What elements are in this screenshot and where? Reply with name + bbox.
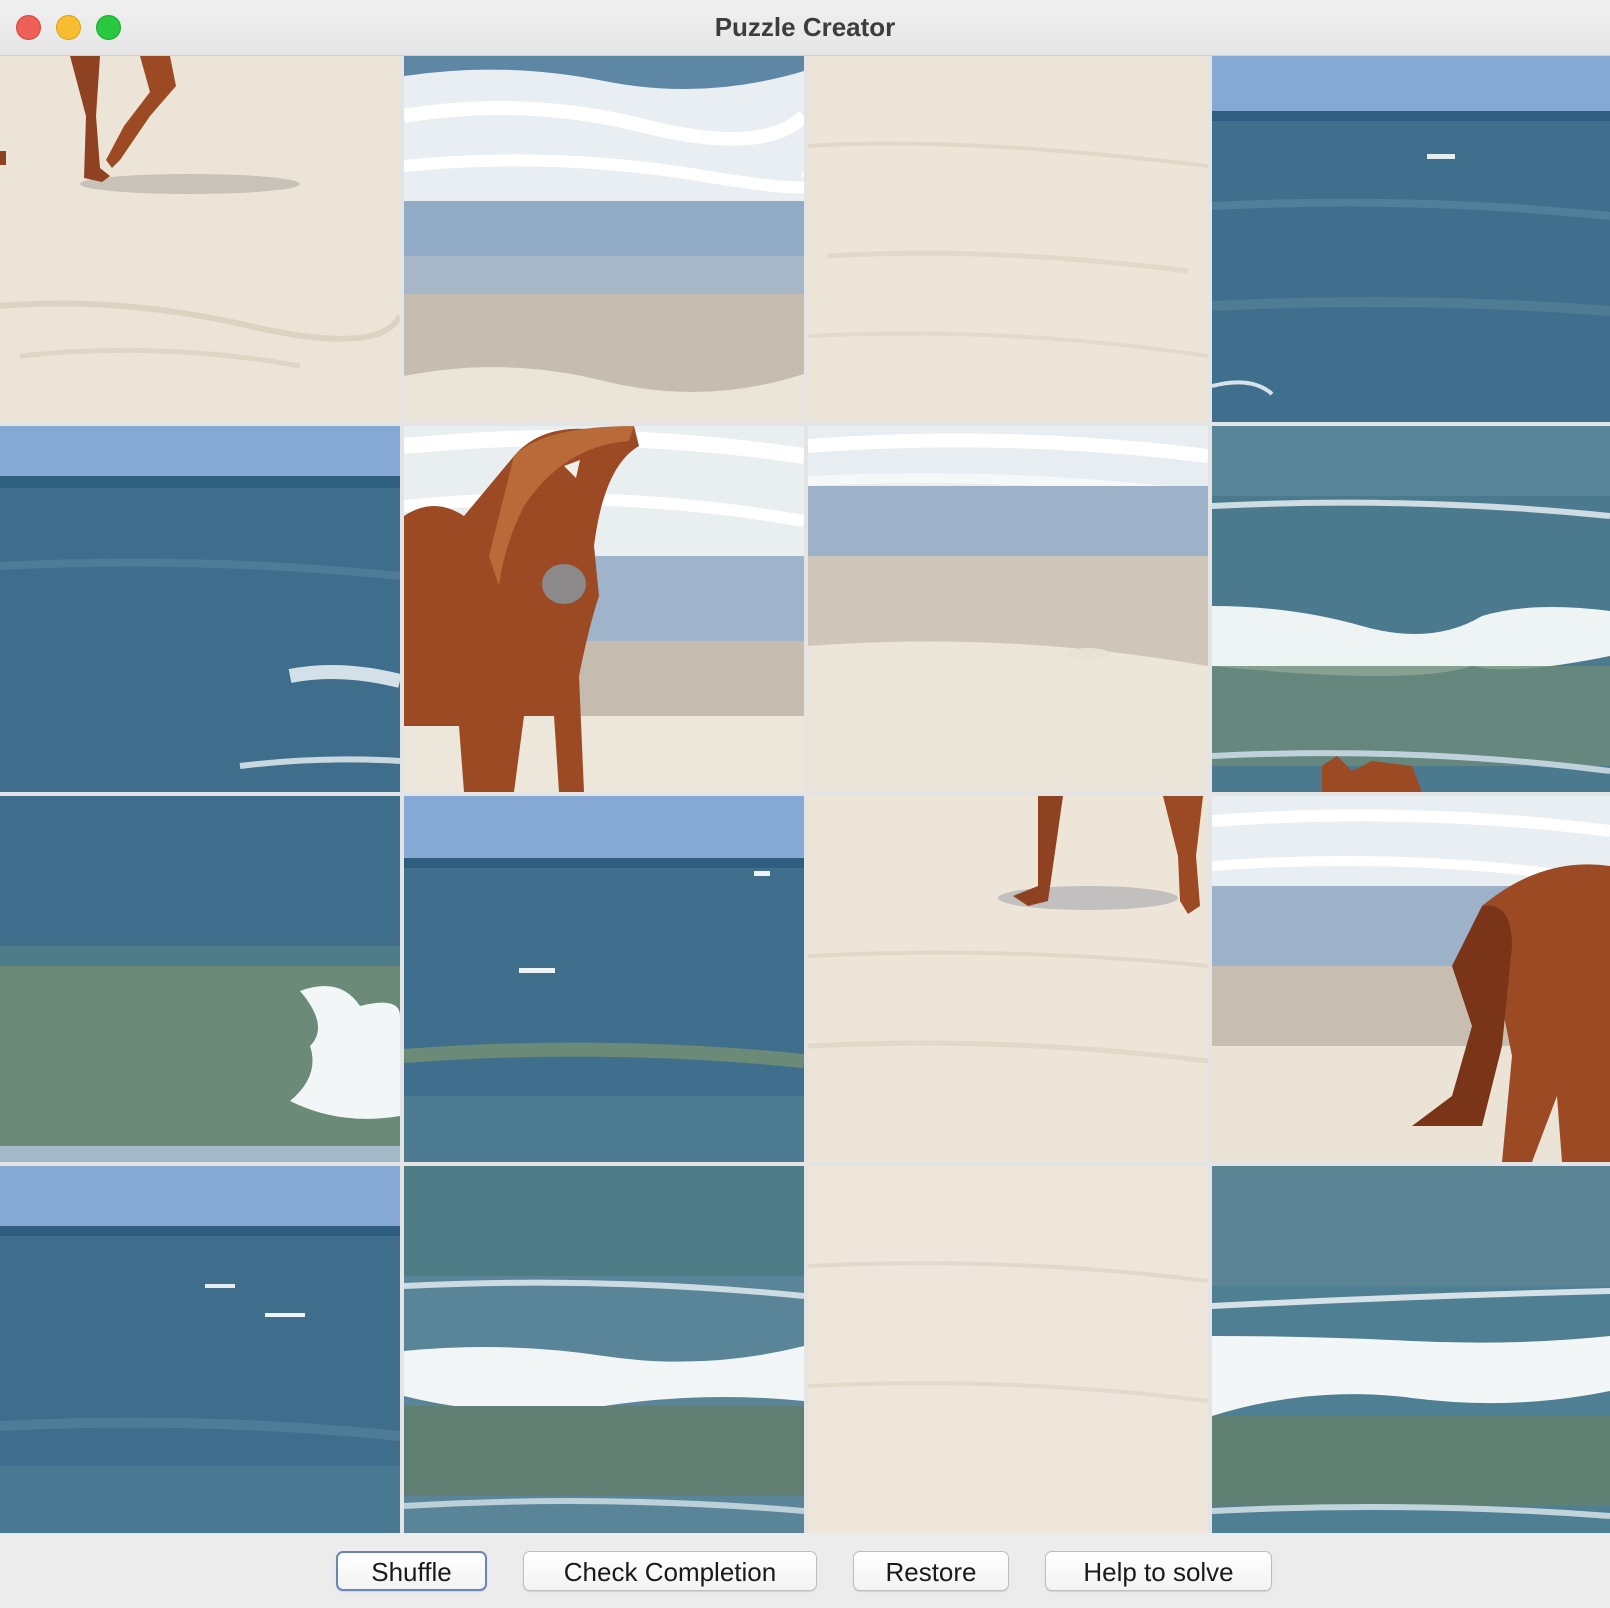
puzzle-tile-16[interactable] (1212, 1166, 1610, 1533)
puzzle-tile-10[interactable] (404, 796, 804, 1162)
puzzle-tile-5[interactable] (0, 426, 400, 792)
puzzle-tile-15[interactable] (808, 1166, 1208, 1533)
puzzle-tile-2[interactable] (404, 56, 804, 422)
puzzle-tile-3[interactable] (808, 56, 1208, 422)
puzzle-tile-9[interactable] (0, 796, 400, 1162)
shuffle-button[interactable]: Shuffle (336, 1551, 487, 1591)
puzzle-tile-7[interactable] (808, 426, 1208, 792)
title-bar[interactable]: Puzzle Creator (0, 0, 1610, 56)
window-title: Puzzle Creator (714, 12, 896, 42)
puzzle-tile-11[interactable] (808, 796, 1208, 1162)
app-window: Puzzle Creator Shuffle Check Completion … (0, 0, 1610, 1608)
restore-button[interactable]: Restore (853, 1551, 1009, 1591)
puzzle-tile-4[interactable] (1212, 56, 1610, 422)
puzzle-tile-1[interactable] (0, 56, 400, 422)
button-bar: Shuffle Check Completion Restore Help to… (0, 1533, 1610, 1608)
puzzle-tile-6[interactable] (404, 426, 804, 792)
puzzle-tile-14[interactable] (404, 1166, 804, 1533)
help-to-solve-button[interactable]: Help to solve (1045, 1551, 1272, 1591)
puzzle-tile-8[interactable] (1212, 426, 1610, 792)
puzzle-tile-12[interactable] (1212, 796, 1610, 1162)
puzzle-tile-13[interactable] (0, 1166, 400, 1533)
puzzle-board (0, 56, 1610, 1533)
check-completion-button[interactable]: Check Completion (523, 1551, 817, 1591)
